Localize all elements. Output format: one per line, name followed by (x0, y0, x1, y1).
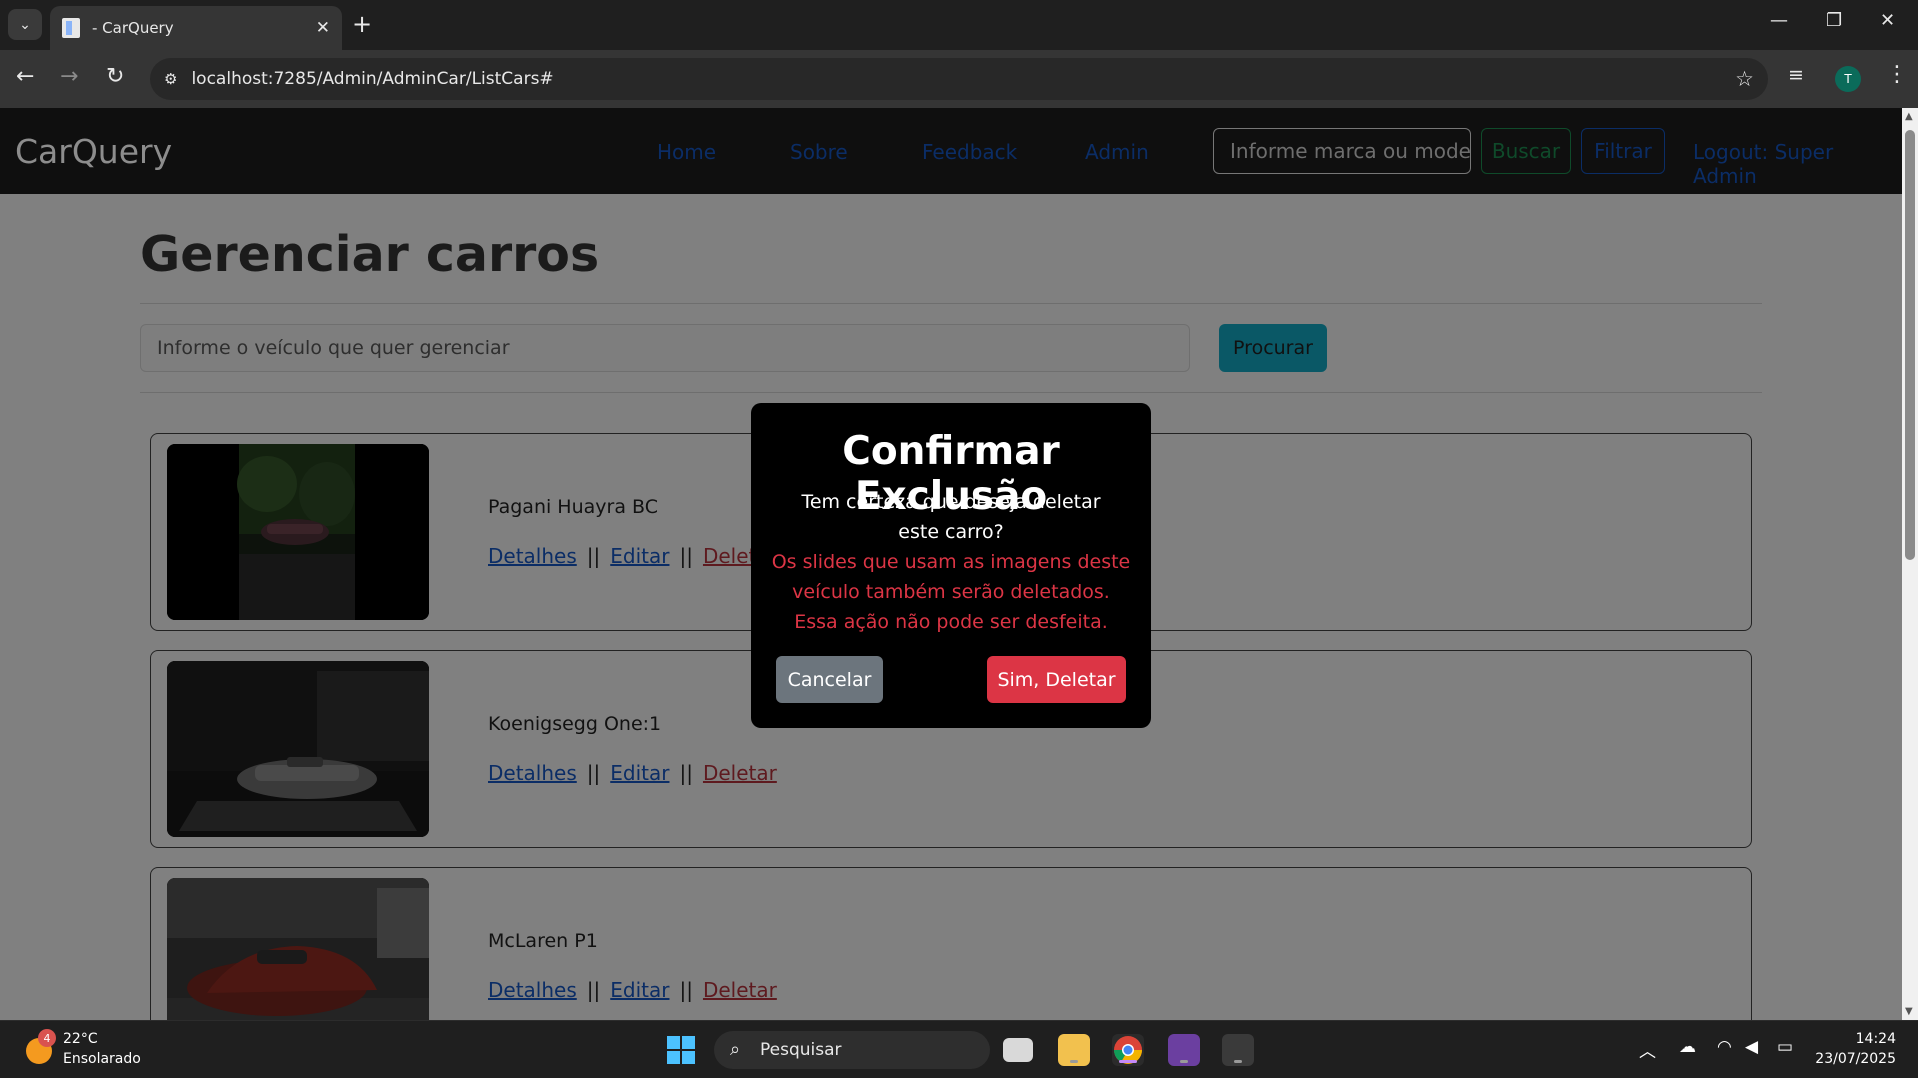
procurar-button[interactable]: Procurar (1219, 324, 1327, 372)
close-icon[interactable]: ✕ (316, 18, 330, 38)
minimize-icon[interactable]: — (1770, 10, 1788, 31)
action-separator: || (679, 761, 693, 785)
confirm-delete-modal: Confirmar Exclusão Tem certeza que desej… (751, 403, 1151, 728)
delete-link[interactable]: Deletar (703, 978, 777, 1002)
modal-question: Tem certeza que deseja deletar este carr… (801, 491, 1101, 543)
battery-icon[interactable]: ▭ (1777, 1037, 1793, 1057)
action-separator: || (586, 978, 601, 1002)
visual-studio-icon[interactable] (1168, 1034, 1200, 1066)
taskbar-search-label: Pesquisar (760, 1040, 842, 1060)
site-brand[interactable]: CarQuery (15, 132, 172, 171)
buscar-button[interactable]: Buscar (1481, 128, 1571, 174)
filtrar-button[interactable]: Filtrar (1581, 128, 1665, 174)
nav-link-feedback[interactable]: Feedback (922, 140, 1017, 164)
car-card: McLaren P1 Detalhes || Editar || Deletar (150, 867, 1752, 1020)
details-link[interactable]: Detalhes (488, 978, 577, 1002)
details-link[interactable]: Detalhes (488, 544, 577, 568)
new-tab-plus-icon[interactable]: + (352, 12, 372, 36)
show-hidden-icons-chevron-icon[interactable]: ︿ (1639, 1037, 1656, 1062)
car-name: McLaren P1 (488, 930, 598, 952)
chevron-down-icon: ⌄ (19, 16, 31, 33)
file-explorer-icon[interactable] (1058, 1034, 1090, 1066)
task-view-icon[interactable] (1003, 1038, 1033, 1062)
edit-link[interactable]: Editar (610, 761, 669, 785)
scroll-down-icon[interactable]: ▼ (1905, 1006, 1913, 1017)
page-favicon-icon (62, 18, 80, 38)
site-navbar: CarQuery Home Sobre Feedback Admin Infor… (0, 108, 1902, 194)
action-separator: || (679, 544, 693, 568)
forward-arrow-icon[interactable]: → (60, 64, 78, 90)
delete-link[interactable]: Deletar (703, 761, 777, 785)
scrollbar-thumb[interactable] (1905, 130, 1915, 560)
chrome-icon[interactable] (1112, 1034, 1144, 1066)
volume-icon[interactable]: ◀ (1745, 1037, 1758, 1057)
car-image (167, 444, 429, 620)
cancel-button[interactable]: Cancelar (776, 656, 883, 703)
car-image (167, 661, 429, 837)
divider (140, 392, 1762, 393)
confirm-delete-button[interactable]: Sim, Deletar (987, 656, 1126, 703)
divider (140, 303, 1762, 304)
site-info-icon[interactable]: ⚙ (164, 70, 177, 88)
terminal-icon[interactable] (1222, 1034, 1254, 1066)
windows-taskbar: 4 22°C Ensolarado ⌕ Pesquisar ︿ ☁ ◠ ◀ ▭ … (0, 1020, 1918, 1078)
url-text[interactable]: localhost:7285/Admin/AdminCar/ListCars# (191, 69, 553, 89)
restore-icon[interactable]: ❐ (1826, 10, 1842, 31)
windows-start-icon[interactable] (667, 1036, 695, 1064)
nav-link-admin[interactable]: Admin (1085, 140, 1149, 164)
search-icon: ⌕ (730, 1039, 741, 1060)
wifi-icon[interactable]: ◠ (1717, 1037, 1732, 1057)
edit-link[interactable]: Editar (610, 544, 669, 568)
window-close-icon[interactable]: ✕ (1880, 10, 1895, 31)
car-image (167, 878, 429, 1020)
browser-toolbar: ← → ↻ ⚙ localhost:7285/Admin/AdminCar/Li… (0, 50, 1918, 108)
onedrive-cloud-icon[interactable]: ☁ (1679, 1037, 1696, 1057)
scroll-up-icon[interactable]: ▲ (1905, 111, 1913, 122)
details-link[interactable]: Detalhes (488, 761, 577, 785)
reload-icon[interactable]: ↻ (106, 64, 124, 90)
clock-time[interactable]: 14:24 (1836, 1031, 1896, 1047)
more-menu-icon[interactable]: ⋮ (1886, 62, 1908, 87)
weather-temperature[interactable]: 22°C (63, 1031, 98, 1047)
car-actions: Detalhes || Editar || Deletar (488, 761, 777, 785)
site-search-input[interactable]: Informe marca ou modelo (1213, 128, 1471, 174)
weather-condition[interactable]: Ensolarado (63, 1051, 141, 1067)
tab-search-button[interactable]: ⌄ (8, 9, 42, 40)
modal-warning: Os slides que usam as imagens deste veíc… (771, 551, 1131, 633)
back-arrow-icon[interactable]: ← (16, 64, 34, 90)
tab-title: - CarQuery (92, 19, 174, 37)
car-actions: Detalhes || Editar || Deletar (488, 544, 777, 568)
browser-tab-bar: ⌄ - CarQuery ✕ + — ❐ ✕ (0, 0, 1918, 50)
address-bar[interactable]: ⚙ localhost:7285/Admin/AdminCar/ListCars… (150, 58, 1768, 100)
page-title: Gerenciar carros (140, 226, 600, 283)
media-controls-icon[interactable]: ≡ (1788, 64, 1804, 86)
browser-tab[interactable]: - CarQuery ✕ (50, 6, 342, 50)
car-name: Pagani Huayra BC (488, 496, 658, 518)
taskbar-search[interactable]: ⌕ Pesquisar (714, 1031, 990, 1069)
bookmark-star-icon[interactable]: ☆ (1735, 67, 1754, 91)
car-name: Koenigsegg One:1 (488, 713, 662, 735)
clock-date[interactable]: 23/07/2025 (1806, 1051, 1896, 1067)
car-actions: Detalhes || Editar || Deletar (488, 978, 777, 1002)
nav-link-about[interactable]: Sobre (790, 140, 848, 164)
vehicle-search-input[interactable]: Informe o veículo que quer gerenciar (140, 324, 1190, 372)
edit-link[interactable]: Editar (610, 978, 669, 1002)
profile-avatar[interactable]: T (1835, 66, 1861, 92)
action-separator: || (679, 978, 693, 1002)
action-separator: || (586, 544, 601, 568)
logout-link[interactable]: Logout: Super Admin (1693, 140, 1902, 188)
action-separator: || (586, 761, 601, 785)
weather-badge: 4 (38, 1029, 56, 1047)
nav-link-home[interactable]: Home (657, 140, 716, 164)
page-scrollbar[interactable]: ▲ ▼ (1902, 108, 1918, 1020)
